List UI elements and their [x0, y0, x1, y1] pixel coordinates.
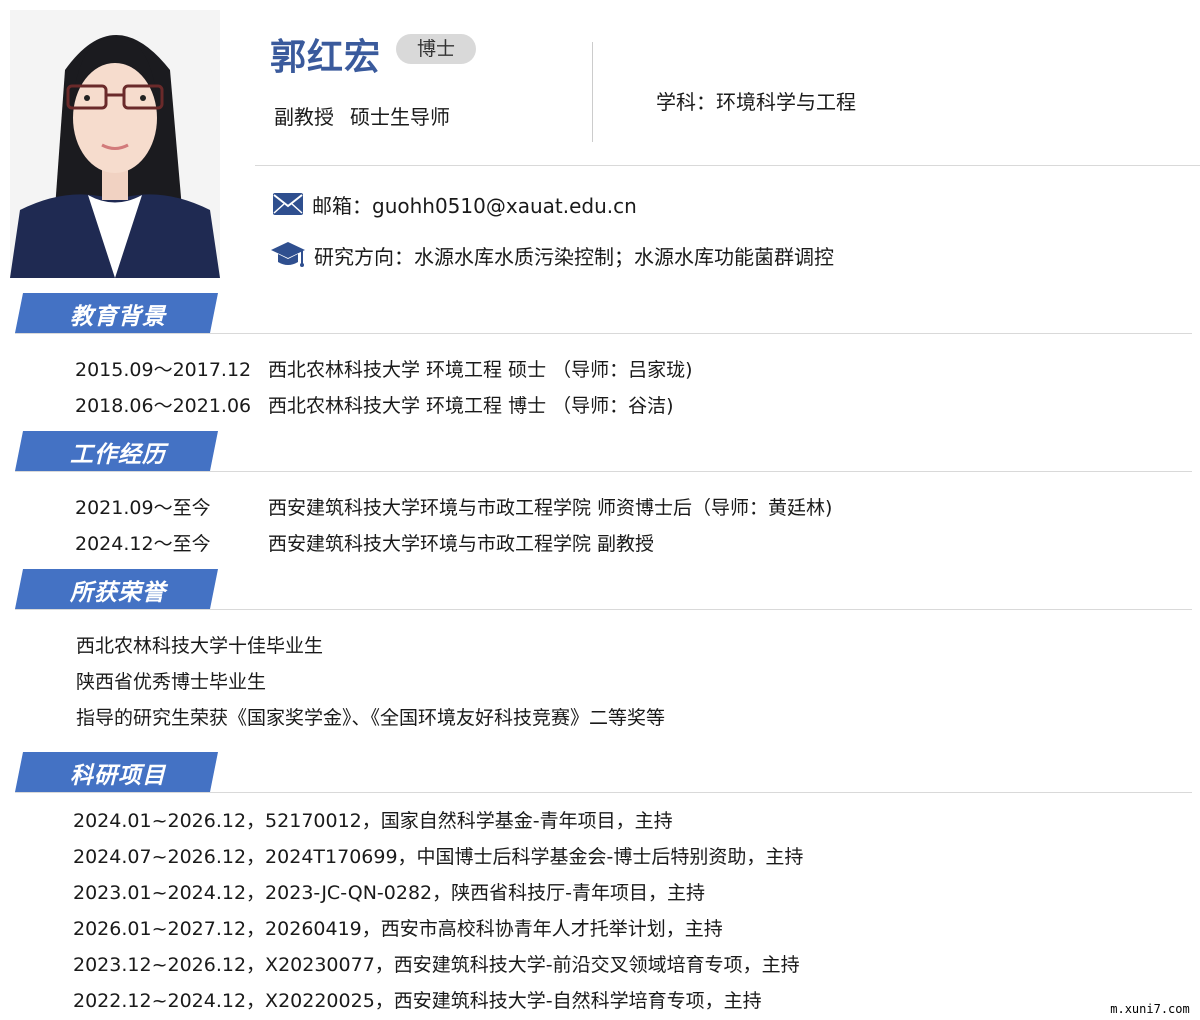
date-range: 2021.09～至今: [75, 497, 211, 519]
work-detail: 西安建筑科技大学环境与市政工程学院 副教授: [268, 533, 655, 555]
date-range: 2018.06～2021.06: [75, 395, 252, 417]
project-item: 2023.12~2026.12，X20230077，西安建筑科技大学-前沿交叉领…: [73, 954, 800, 976]
watermark: m.xuni7.com: [1100, 998, 1200, 1020]
education-row: 2015.09～2017.12 西北农林科技大学 环境工程 硕士 （导师：吕家珑): [75, 355, 693, 382]
supervisor-role-label: 硕士生导师: [350, 105, 450, 129]
section-divider: [15, 333, 1192, 334]
subject-label: 学科：环境科学与工程: [656, 90, 856, 114]
project-item: 2024.01~2026.12，52170012，国家自然科学基金-青年项目，主…: [73, 810, 673, 832]
honor-item: 陕西省优秀博士毕业生: [76, 671, 267, 693]
education-detail: 西北农林科技大学 环境工程 硕士 （导师：吕家珑): [268, 359, 693, 381]
section-divider: [15, 609, 1192, 610]
section-header-work: 工作经历: [15, 431, 218, 471]
work-detail: 西安建筑科技大学环境与市政工程学院 师资博士后（导师：黄廷林): [268, 497, 833, 519]
section-title: 所获荣誉: [70, 580, 166, 606]
education-row: 2018.06～2021.06 西北农林科技大学 环境工程 博士 （导师：谷洁): [75, 391, 674, 418]
work-row: 2021.09～至今 西安建筑科技大学环境与市政工程学院 师资博士后（导师：黄廷林…: [75, 493, 832, 520]
academic-titles: 副教授 硕士生导师: [274, 101, 450, 130]
research-row: 研究方向：水源水库水质污染控制；水源水库功能菌群调控: [270, 237, 834, 273]
profile-photo: [10, 10, 220, 278]
section-title: 教育背景: [70, 304, 166, 330]
section-title: 工作经历: [70, 442, 166, 468]
honor-item: 西北农林科技大学十佳毕业生: [76, 635, 324, 657]
email-row: 邮箱：guohh0510@xauat.edu.cn: [272, 186, 637, 222]
section-title: 科研项目: [70, 763, 166, 789]
header-separator: [255, 165, 1200, 166]
email-text[interactable]: 邮箱：guohh0510@xauat.edu.cn: [312, 190, 637, 219]
education-detail: 西北农林科技大学 环境工程 博士 （导师：谷洁): [268, 395, 674, 417]
project-item: 2023.01~2024.12，2023-JC-QN-0282，陕西省科技厅-青…: [73, 882, 705, 904]
section-header-education: 教育背景: [15, 293, 218, 333]
project-item: 2024.07~2026.12，2024T170699，中国博士后科学基金会-博…: [73, 846, 804, 868]
graduation-cap-icon: [270, 238, 306, 272]
degree-badge: 博士: [396, 34, 476, 64]
section-header-honors: 所获荣誉: [15, 569, 218, 609]
section-divider: [15, 792, 1192, 793]
research-text: 研究方向：水源水库水质污染控制；水源水库功能菌群调控: [314, 244, 834, 269]
section-header-projects: 科研项目: [15, 752, 218, 792]
title-label: 副教授: [274, 105, 334, 129]
work-row: 2024.12～至今 西安建筑科技大学环境与市政工程学院 副教授: [75, 529, 654, 556]
header-divider: [592, 42, 593, 142]
honor-item: 指导的研究生荣获《国家奖学金》、《全国环境友好科技竞赛》二等奖等: [76, 707, 666, 729]
project-item: 2022.12~2024.12，X20220025，西安建筑科技大学-自然科学培…: [73, 990, 762, 1012]
date-range: 2024.12～至今: [75, 533, 211, 555]
envelope-icon: [272, 192, 304, 216]
project-item: 2026.01~2027.12，20260419，西安市高校科协青年人才托举计划…: [73, 918, 723, 940]
date-range: 2015.09～2017.12: [75, 359, 252, 381]
section-divider: [15, 471, 1192, 472]
person-name: 郭红宏: [270, 37, 382, 78]
